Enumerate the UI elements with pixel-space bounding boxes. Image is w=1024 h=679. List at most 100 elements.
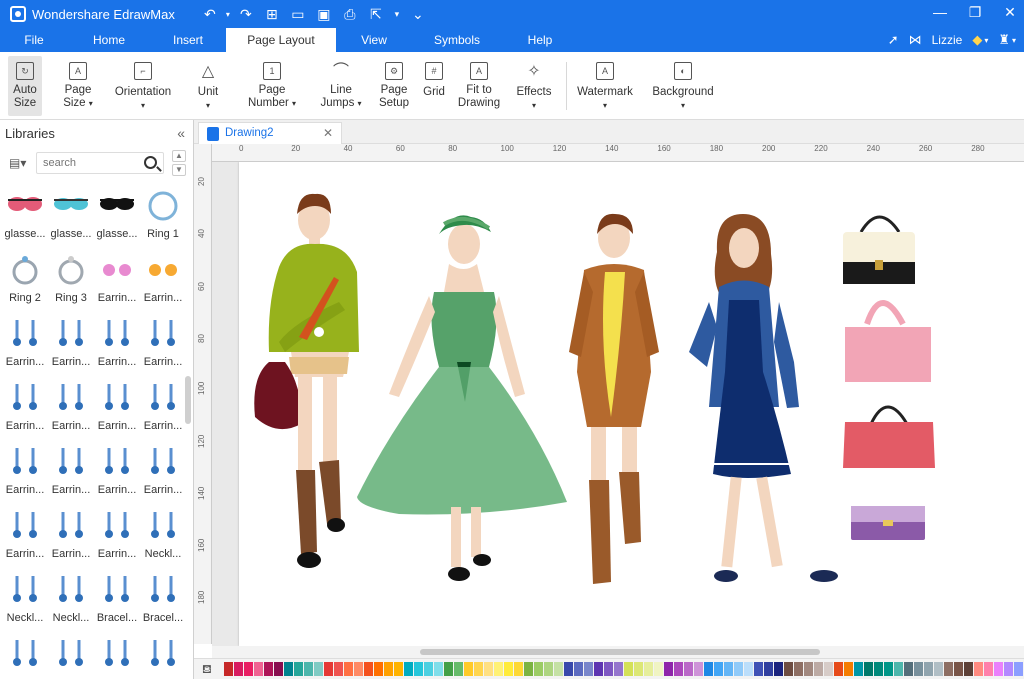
color-swatch[interactable] xyxy=(574,662,583,676)
library-symbol-tile[interactable]: Earrin... xyxy=(94,372,140,436)
scroll-down-icon[interactable]: ▼ xyxy=(172,164,186,176)
library-symbol-tile[interactable] xyxy=(140,628,186,679)
library-symbol-tile[interactable]: Ring 2 xyxy=(2,244,48,308)
color-swatch[interactable] xyxy=(264,662,273,676)
color-swatch[interactable] xyxy=(964,662,973,676)
document-tab[interactable]: Drawing2 ✕ xyxy=(198,122,342,144)
color-swatch[interactable] xyxy=(554,662,563,676)
color-swatch[interactable] xyxy=(384,662,393,676)
color-swatch[interactable] xyxy=(754,662,763,676)
clutch-purple[interactable] xyxy=(851,506,925,540)
color-swatch[interactable] xyxy=(724,662,733,676)
library-symbol-tile[interactable]: Earrin... xyxy=(94,244,140,308)
close-tab-icon[interactable]: ✕ xyxy=(323,126,333,140)
color-swatch[interactable] xyxy=(834,662,843,676)
grid-button[interactable]: # Grid xyxy=(420,56,448,116)
redo-icon[interactable]: ↷ xyxy=(233,6,259,23)
library-symbol-tile[interactable] xyxy=(2,628,48,679)
color-swatch[interactable] xyxy=(694,662,703,676)
color-swatch[interactable] xyxy=(224,662,233,676)
color-swatch[interactable] xyxy=(284,662,293,676)
fill-bucket-icon[interactable]: ⛾ xyxy=(202,662,212,678)
color-swatch[interactable] xyxy=(1004,662,1013,676)
library-symbol-tile[interactable]: Bracel... xyxy=(140,564,186,628)
color-swatch[interactable] xyxy=(484,662,493,676)
drawing-page[interactable] xyxy=(239,162,1024,646)
color-swatch[interactable] xyxy=(974,662,983,676)
scroll-up-icon[interactable]: ▲ xyxy=(172,150,186,162)
canvas-area[interactable] xyxy=(212,162,1024,646)
library-symbol-tile[interactable]: Earrin... xyxy=(2,308,48,372)
color-swatch[interactable] xyxy=(794,662,803,676)
library-symbol-tile[interactable]: Neckl... xyxy=(2,564,48,628)
color-swatch[interactable] xyxy=(474,662,483,676)
color-swatch[interactable] xyxy=(844,662,853,676)
figure-blue-dress-blazer[interactable] xyxy=(689,214,838,582)
color-swatch[interactable] xyxy=(354,662,363,676)
more-dropdown-icon[interactable]: ▾ xyxy=(389,9,405,20)
color-swatch[interactable] xyxy=(1014,662,1023,676)
tab-insert[interactable]: Insert xyxy=(150,28,226,52)
new-icon[interactable]: ⊞ xyxy=(259,6,285,23)
shirt-dropdown-icon[interactable]: ▾ xyxy=(1012,36,1016,45)
library-symbol-tile[interactable] xyxy=(48,628,94,679)
library-symbol-tile[interactable]: glasse... xyxy=(48,180,94,244)
library-symbol-tile[interactable]: Earrin... xyxy=(140,436,186,500)
effects-button[interactable]: ✧ Effects ▾ xyxy=(512,56,556,116)
color-swatch[interactable] xyxy=(544,662,553,676)
library-symbol-tile[interactable]: Neckl... xyxy=(140,500,186,564)
library-menu-icon[interactable]: ▤▾ xyxy=(9,156,31,172)
color-swatch[interactable] xyxy=(804,662,813,676)
library-symbol-tile[interactable]: Ring 1 xyxy=(140,180,186,244)
tab-view[interactable]: View xyxy=(336,28,412,52)
color-swatch[interactable] xyxy=(864,662,873,676)
library-symbol-tile[interactable]: Earrin... xyxy=(48,372,94,436)
color-swatch[interactable] xyxy=(764,662,773,676)
tab-page-layout[interactable]: Page Layout xyxy=(226,28,336,52)
library-symbol-tile[interactable]: Earrin... xyxy=(2,436,48,500)
figure-brown-coat[interactable] xyxy=(569,213,659,584)
customize-icon[interactable]: ⌄ xyxy=(405,6,431,23)
color-swatch[interactable] xyxy=(714,662,723,676)
color-swatch[interactable] xyxy=(644,662,653,676)
user-name[interactable]: Lizzie xyxy=(932,33,963,47)
library-symbol-tile[interactable]: Earrin... xyxy=(140,372,186,436)
undo-dropdown-icon[interactable]: ▾ xyxy=(223,10,233,19)
color-swatch[interactable] xyxy=(254,662,263,676)
library-scrollbar[interactable] xyxy=(185,376,191,424)
color-swatch[interactable] xyxy=(824,662,833,676)
send-icon[interactable]: ➚ xyxy=(888,32,899,48)
color-swatch[interactable] xyxy=(664,662,673,676)
library-symbol-tile[interactable]: Earrin... xyxy=(140,308,186,372)
share-icon[interactable]: ⋈ xyxy=(909,32,922,48)
color-swatch[interactable] xyxy=(514,662,523,676)
library-symbol-tile[interactable]: Bracel... xyxy=(94,564,140,628)
bag-red[interactable] xyxy=(843,405,935,468)
color-swatch[interactable] xyxy=(654,662,663,676)
color-swatch[interactable] xyxy=(814,662,823,676)
library-symbol-tile[interactable]: Earrin... xyxy=(48,436,94,500)
background-button[interactable]: ◐ Background ▾ xyxy=(648,56,718,116)
color-swatch[interactable] xyxy=(434,662,443,676)
color-swatch[interactable] xyxy=(304,662,313,676)
export-icon[interactable]: ⇱ xyxy=(363,6,389,23)
color-swatch[interactable] xyxy=(324,662,333,676)
figure-green-poncho[interactable] xyxy=(254,193,359,568)
color-swatch[interactable] xyxy=(884,662,893,676)
close-icon[interactable]: ✕ xyxy=(1000,4,1020,22)
color-swatch[interactable] xyxy=(604,662,613,676)
color-swatch[interactable] xyxy=(674,662,683,676)
color-swatch[interactable] xyxy=(734,662,743,676)
search-icon[interactable] xyxy=(144,156,157,169)
color-swatch[interactable] xyxy=(404,662,413,676)
color-swatch[interactable] xyxy=(464,662,473,676)
library-symbol-tile[interactable]: Earrin... xyxy=(48,500,94,564)
horizontal-scroll-thumb[interactable] xyxy=(420,649,820,655)
color-swatch[interactable] xyxy=(904,662,913,676)
color-swatch[interactable] xyxy=(624,662,633,676)
tab-file[interactable]: File xyxy=(0,28,68,52)
color-swatch[interactable] xyxy=(334,662,343,676)
color-swatch[interactable] xyxy=(634,662,643,676)
restore-icon[interactable]: ❐ xyxy=(965,4,985,22)
user-dropdown-icon[interactable]: ▾ xyxy=(984,36,988,45)
